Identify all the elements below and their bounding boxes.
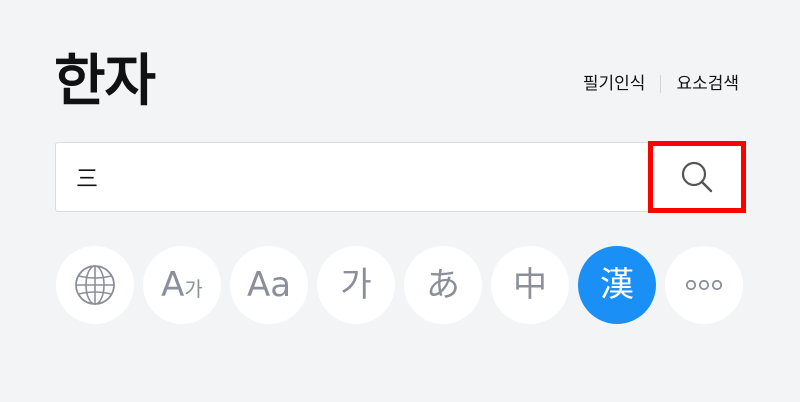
- page-title: 한자: [54, 49, 156, 114]
- radical-search-link[interactable]: 요소검색: [676, 72, 739, 96]
- search-box: [55, 142, 745, 212]
- chip-english-korean[interactable]: A가: [143, 246, 221, 324]
- chip-english-korean-label: A: [161, 265, 185, 305]
- search-button[interactable]: [648, 141, 746, 213]
- chip-japanese[interactable]: あ: [404, 246, 482, 324]
- chip-english[interactable]: Aa: [230, 246, 308, 324]
- globe-icon: [75, 265, 115, 305]
- chip-chinese[interactable]: 中: [491, 246, 569, 324]
- chinese-icon: 中: [513, 265, 547, 305]
- more-icon: [685, 279, 723, 291]
- korean-icon: 가: [340, 265, 372, 305]
- aa-icon: Aa: [246, 265, 292, 305]
- handwriting-recognition-link[interactable]: 필기인식: [583, 72, 646, 96]
- chip-korean[interactable]: 가: [317, 246, 395, 324]
- chip-more[interactable]: [665, 246, 743, 324]
- link-divider: [660, 75, 662, 93]
- japanese-icon: あ: [426, 265, 460, 305]
- top-links: 필기인식 요소검색: [583, 72, 739, 96]
- language-chips: A가 Aa 가 あ 中 漢: [56, 246, 743, 324]
- search-input[interactable]: [76, 143, 636, 211]
- a-ga-icon: A가: [161, 268, 203, 302]
- hanja-icon: 漢: [600, 265, 634, 305]
- chip-hanja[interactable]: 漢: [578, 246, 656, 324]
- search-icon: [681, 161, 713, 193]
- chip-english-korean-sub: 가: [184, 277, 203, 301]
- chip-all-languages[interactable]: [56, 246, 134, 324]
